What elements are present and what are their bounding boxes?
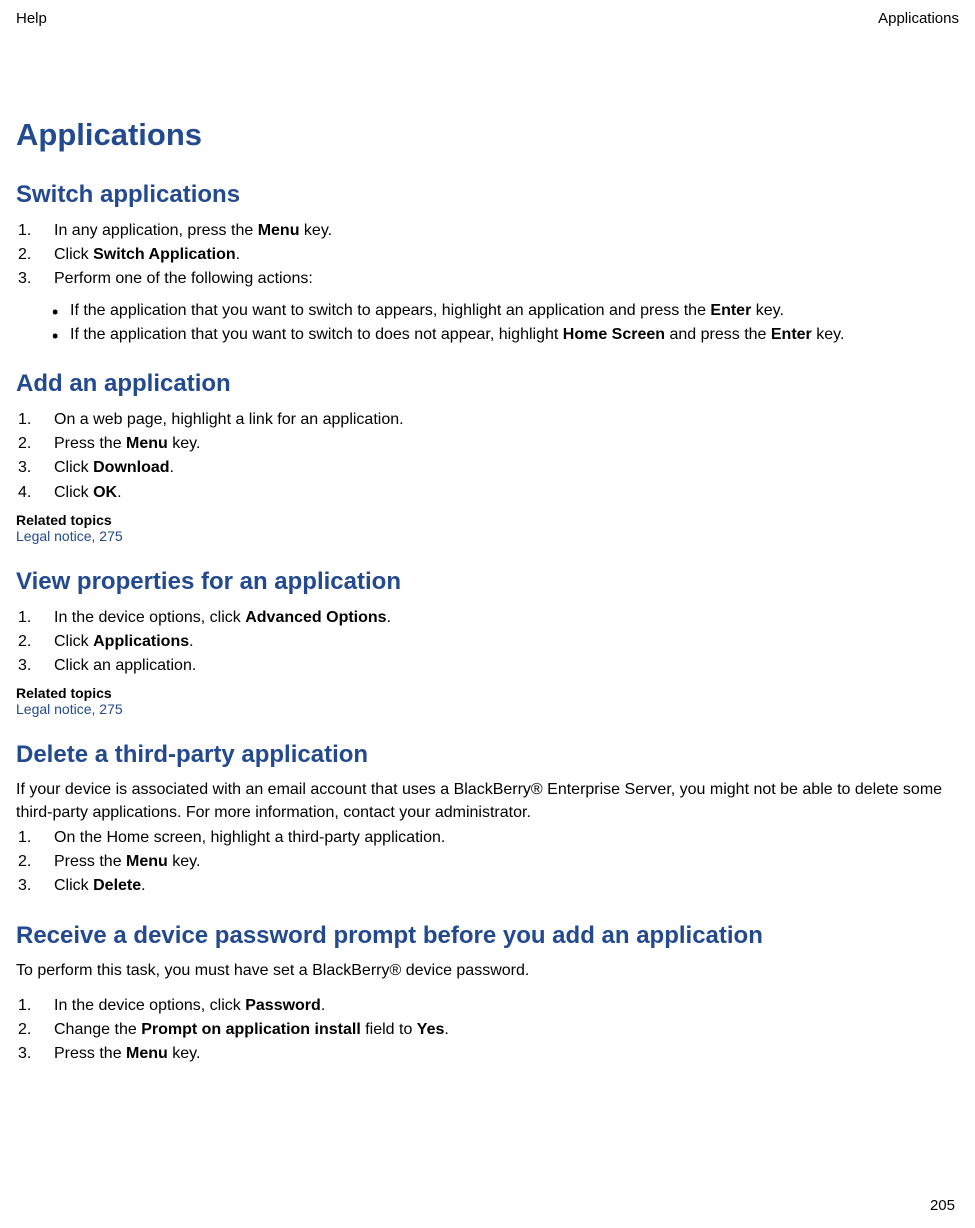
step-item: Click an application. (16, 654, 959, 677)
bullet-text: If the application that you want to swit… (70, 302, 784, 319)
bold-text: Enter (771, 326, 812, 343)
step-item: Perform one of the following actions: (16, 267, 959, 290)
step-text: In the device options, click Advanced Op… (54, 609, 391, 626)
bold-text: Advanced Options (245, 609, 386, 626)
step-item: In the device options, click Advanced Op… (16, 606, 959, 629)
step-item: Press the Menu key. (16, 1042, 959, 1065)
step-text: Press the Menu key. (54, 435, 200, 452)
bold-text: OK (93, 484, 117, 501)
bold-text: Home Screen (563, 326, 665, 343)
bold-text: Menu (126, 853, 168, 870)
header-left: Help (16, 10, 47, 27)
step-text: On the Home screen, highlight a third-pa… (54, 829, 445, 846)
bullet-item: If the application that you want to swit… (16, 323, 959, 346)
bold-text: Applications (93, 633, 189, 650)
step-text: Click Switch Application. (54, 246, 240, 263)
step-text: In any application, press the Menu key. (54, 222, 332, 239)
step-item: Change the Prompt on application install… (16, 1018, 959, 1041)
steps-list: On the Home screen, highlight a third-pa… (16, 826, 959, 898)
related-topics-label: Related topics (16, 512, 959, 528)
related-topics-label: Related topics (16, 685, 959, 701)
page-title: Applications (16, 117, 959, 153)
step-text: Change the Prompt on application install… (54, 1021, 449, 1038)
step-item: Click Applications. (16, 630, 959, 653)
step-text: Click OK. (54, 484, 122, 501)
step-text: Press the Menu key. (54, 1045, 200, 1062)
step-item: In any application, press the Menu key. (16, 219, 959, 242)
step-text: Click Applications. (54, 633, 194, 650)
bold-text: Password (245, 997, 321, 1014)
section-heading: Add an application (16, 370, 959, 398)
step-text: Press the Menu key. (54, 853, 200, 870)
bold-text: Enter (710, 302, 751, 319)
step-item: On a web page, highlight a link for an a… (16, 408, 959, 431)
step-text: Click an application. (54, 657, 196, 674)
step-text: On a web page, highlight a link for an a… (54, 411, 404, 428)
section-intro: To perform this task, you must have set … (16, 960, 959, 982)
bullet-list: If the application that you want to swit… (16, 299, 959, 346)
bold-text: Menu (258, 222, 300, 239)
step-item: On the Home screen, highlight a third-pa… (16, 826, 959, 849)
section-heading: Delete a third-party application (16, 741, 959, 769)
steps-list: In any application, press the Menu key. C… (16, 219, 959, 291)
step-item: Click Delete. (16, 874, 959, 897)
step-text: Perform one of the following actions: (54, 270, 313, 287)
steps-list: In the device options, click Password. Ch… (16, 994, 959, 1066)
related-topics-link[interactable]: Legal notice, 275 (16, 528, 959, 544)
section-heading: View properties for an application (16, 568, 959, 596)
step-text: In the device options, click Password. (54, 997, 325, 1014)
step-item: Press the Menu key. (16, 850, 959, 873)
bold-text: Menu (126, 435, 168, 452)
bold-text: Menu (126, 1045, 168, 1062)
page-number: 205 (930, 1197, 955, 1214)
section-heading: Receive a device password prompt before … (16, 922, 959, 950)
section-heading: Switch applications (16, 181, 959, 209)
bullet-item: If the application that you want to swit… (16, 299, 959, 322)
step-text: Click Download. (54, 459, 174, 476)
step-text: Click Delete. (54, 877, 146, 894)
bold-text: Download (93, 459, 169, 476)
related-topics-link[interactable]: Legal notice, 275 (16, 701, 959, 717)
bold-text: Yes (417, 1021, 445, 1038)
step-item: Press the Menu key. (16, 432, 959, 455)
steps-list: In the device options, click Advanced Op… (16, 606, 959, 678)
step-item: Click Switch Application. (16, 243, 959, 266)
step-item: Click OK. (16, 481, 959, 504)
steps-list: On a web page, highlight a link for an a… (16, 408, 959, 504)
bullet-text: If the application that you want to swit… (70, 326, 844, 343)
header-bar: Help Applications (16, 10, 959, 27)
bold-text: Delete (93, 877, 141, 894)
bold-text: Switch Application (93, 246, 236, 263)
step-item: Click Download. (16, 456, 959, 479)
bold-text: Prompt on application install (141, 1021, 361, 1038)
step-item: In the device options, click Password. (16, 994, 959, 1017)
section-intro: If your device is associated with an ema… (16, 779, 959, 824)
header-right: Applications (878, 10, 959, 27)
